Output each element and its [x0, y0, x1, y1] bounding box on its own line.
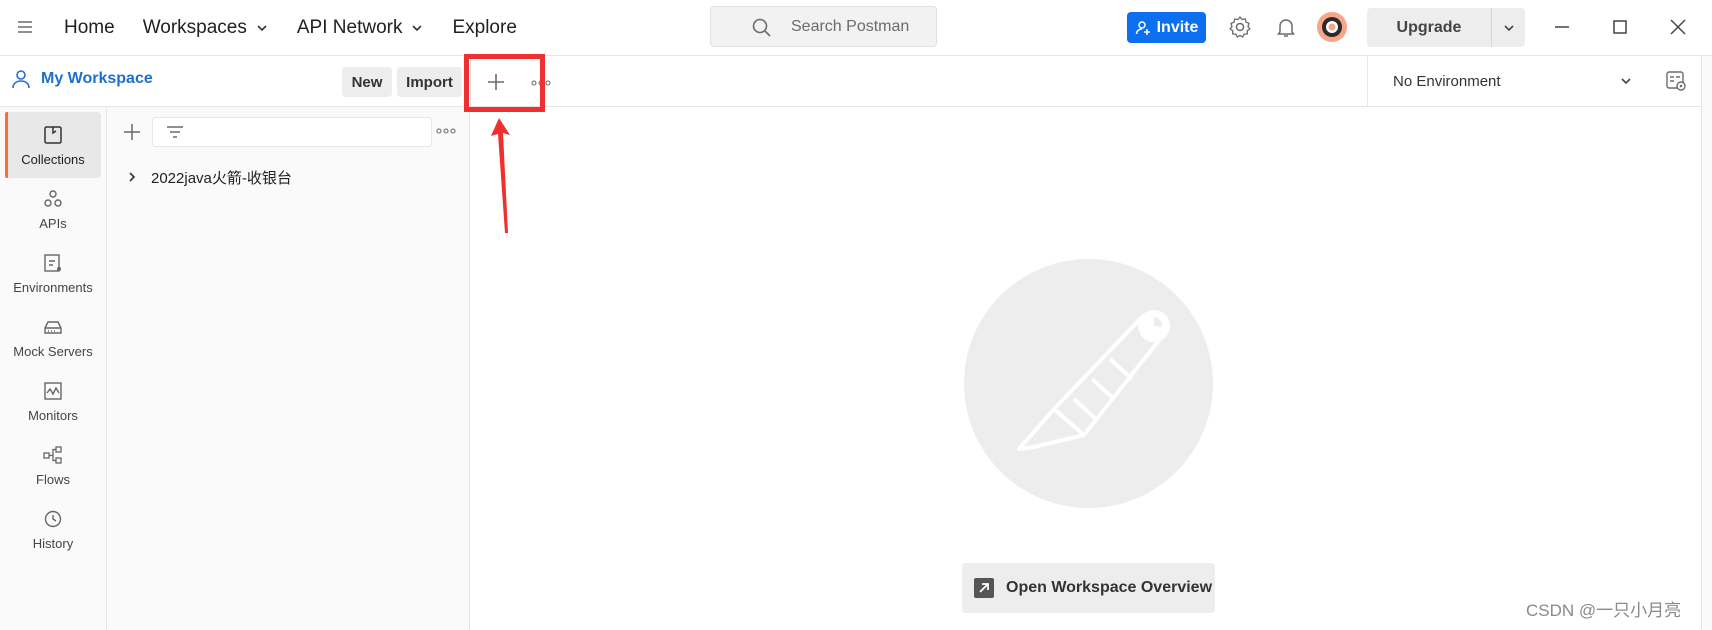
chevron-down-icon	[1621, 78, 1631, 85]
nav-workspaces-label: Workspaces	[142, 17, 247, 38]
workspace-name[interactable]: My Workspace	[10, 68, 153, 90]
sidebar-item-label: Collections	[21, 151, 85, 167]
chevron-down-icon	[257, 25, 267, 32]
sidebar-item-label: Environments	[13, 279, 93, 295]
environments-icon	[44, 253, 61, 272]
more-options-icon[interactable]	[436, 127, 456, 135]
new-button[interactable]: New	[342, 67, 392, 97]
more-options-icon[interactable]	[530, 78, 552, 88]
scrollbar[interactable]	[1701, 56, 1712, 630]
avatar[interactable]	[1317, 12, 1347, 42]
sidebar-item-history[interactable]: History	[5, 496, 101, 562]
sidebar-item-label: APIs	[39, 215, 67, 231]
apis-icon	[44, 189, 62, 207]
workspace-name-label: My Workspace	[41, 70, 153, 87]
collection-item[interactable]: 2022java火箭-收银台	[121, 164, 461, 190]
history-icon	[44, 510, 62, 527]
postman-window: Home Workspaces API Network Explore Sear…	[0, 0, 1712, 630]
sidebar-item-monitors[interactable]: Monitors	[5, 368, 101, 434]
collections-filter-input[interactable]	[152, 117, 432, 147]
nav-api-network-label: API Network	[296, 17, 403, 38]
settings-gear-icon[interactable]	[1227, 14, 1253, 40]
sidebar-item-apis[interactable]: APIs	[5, 176, 101, 242]
flows-icon	[43, 445, 62, 464]
top-bar: Home Workspaces API Network Explore Sear…	[0, 0, 1712, 56]
nav-explore[interactable]: Explore	[438, 0, 530, 56]
workspace-header: My Workspace New Import No Environment	[0, 56, 1712, 107]
upgrade-dropdown[interactable]	[1492, 8, 1525, 47]
external-link-icon	[974, 578, 994, 598]
sidebar-item-label: Monitors	[28, 407, 78, 423]
user-icon	[12, 70, 30, 89]
postman-logo	[964, 259, 1213, 508]
nav-explore-label: Explore	[452, 17, 517, 38]
add-collection-plus-icon[interactable]	[121, 121, 143, 143]
nav-workspaces[interactable]: Workspaces	[129, 0, 283, 56]
environment-divider	[1367, 56, 1368, 107]
sidebar-item-flows[interactable]: Flows	[5, 432, 101, 498]
upgrade-label: Upgrade	[1396, 18, 1462, 36]
minimize-window-icon[interactable]	[1549, 14, 1575, 40]
import-button[interactable]: Import	[397, 67, 462, 97]
sidebar-item-mock-servers[interactable]: Mock Servers	[5, 304, 101, 370]
environment-select[interactable]: No Environment	[1393, 66, 1633, 96]
collections-icon	[44, 125, 62, 144]
watermark-text: CSDN @一只小月亮	[1526, 601, 1682, 620]
maximize-window-icon[interactable]	[1607, 14, 1633, 40]
hamburger-menu-icon[interactable]	[14, 16, 36, 38]
collections-panel: 2022java火箭-收银台	[107, 107, 470, 630]
overview-label: Open Workspace Overview	[1006, 579, 1213, 596]
close-window-icon[interactable]	[1665, 14, 1691, 40]
add-user-icon	[1135, 20, 1150, 35]
mock-servers-icon	[44, 320, 62, 334]
environment-selected: No Environment	[1393, 72, 1501, 90]
sidebar-item-label: History	[32, 535, 74, 551]
search-placeholder: Search Postman	[791, 17, 910, 35]
chevron-down-icon	[1503, 24, 1514, 31]
main-nav: Home Workspaces API Network Explore	[50, 0, 531, 56]
notification-bell-icon[interactable]	[1273, 14, 1299, 40]
search-input[interactable]: Search Postman	[710, 6, 937, 47]
sidebar: Collections APIs Environments Mock Serve…	[0, 107, 107, 630]
sidebar-item-label: Mock Servers	[13, 343, 93, 359]
search-icon	[752, 18, 771, 37]
chevron-right-icon[interactable]	[125, 170, 139, 184]
import-button-label: Import	[406, 73, 453, 91]
astronaut-avatar-icon	[1322, 17, 1342, 37]
invite-label: Invite	[1156, 18, 1199, 36]
filter-icon	[167, 126, 183, 138]
collection-name: 2022java火箭-收银台	[151, 169, 292, 187]
new-button-label: New	[351, 73, 383, 91]
invite-button[interactable]: Invite	[1127, 12, 1206, 43]
postman-rocket-icon	[1017, 310, 1170, 451]
chevron-down-icon	[412, 25, 423, 32]
nav-home-label: Home	[64, 17, 115, 38]
new-tab-plus-icon[interactable]	[484, 70, 508, 94]
annotation-arrow-icon	[491, 118, 510, 233]
panel-divider	[470, 56, 471, 107]
monitors-icon	[44, 381, 62, 400]
sidebar-item-collections[interactable]: Collections	[5, 112, 101, 178]
nav-api-network[interactable]: API Network	[283, 0, 439, 56]
open-workspace-overview-button[interactable]: Open Workspace Overview	[962, 563, 1215, 613]
upgrade-button[interactable]: Upgrade	[1367, 8, 1525, 47]
nav-home[interactable]: Home	[50, 0, 129, 56]
sidebar-item-label: Flows	[36, 471, 70, 487]
sidebar-item-environments[interactable]: Environments	[5, 240, 101, 306]
environment-quick-look-icon[interactable]	[1664, 69, 1688, 93]
